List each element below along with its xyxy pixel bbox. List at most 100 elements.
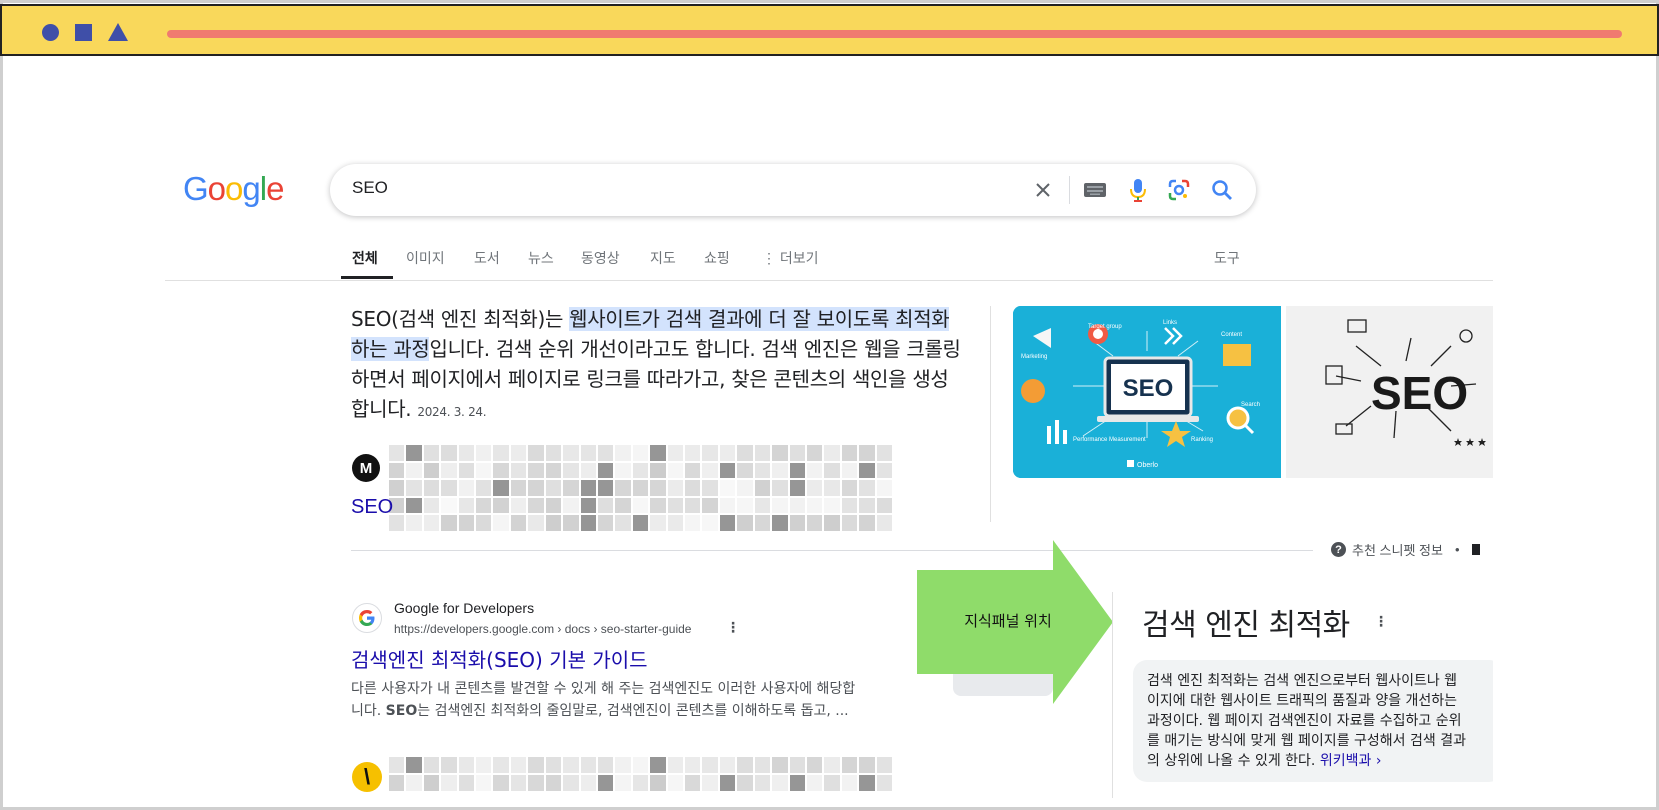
mosaic-cell	[840, 444, 859, 462]
image-label: Search	[1241, 402, 1260, 408]
tab-videos[interactable]: 동영상	[581, 248, 620, 268]
mosaic-cell	[701, 514, 719, 532]
microphone-icon[interactable]	[1125, 177, 1151, 203]
mosaic-cell	[405, 479, 423, 497]
mosaic-cell	[753, 479, 772, 497]
knowledge-panel-card: 검색 엔진 최적화는 검색 엔진으로부터 웹사이트나 웹 이지에 대한 웹사이트…	[1133, 660, 1503, 782]
mosaic-cell	[701, 461, 719, 480]
mosaic-cell	[631, 756, 650, 774]
triangle-icon	[108, 23, 128, 41]
mosaic-cell	[823, 774, 841, 792]
mosaic-cell	[736, 514, 754, 532]
mosaic-cell	[509, 756, 528, 774]
image-label: Target group	[1088, 324, 1122, 330]
source-avatar[interactable]: M	[352, 454, 380, 482]
mosaic-cell	[579, 756, 597, 774]
mosaic-cell	[405, 496, 423, 515]
mosaic-cell	[840, 479, 859, 497]
tab-books[interactable]: 도서	[474, 248, 500, 268]
source-link[interactable]: SEO	[351, 496, 393, 519]
mosaic-cell	[840, 496, 859, 515]
result-site-name[interactable]: Google for Developers	[394, 600, 534, 616]
mosaic-cell	[823, 496, 841, 515]
mosaic-cell	[562, 756, 580, 774]
search-tabs: 전체 이미지 도서 뉴스 동영상 지도 쇼핑 ⋮ 더보기	[340, 248, 1240, 278]
kp-line: 검색 엔진 최적화는 검색 엔진으로부터 웹사이트나 웹	[1147, 673, 1458, 689]
tab-images[interactable]: 이미지	[406, 248, 445, 268]
mosaic-cell	[684, 514, 702, 532]
mosaic-cell	[736, 461, 754, 480]
mosaic-cell	[631, 461, 650, 480]
mosaic-cell	[492, 514, 510, 532]
snippet-info[interactable]: ? 추천 스니펫 정보 •	[1331, 540, 1480, 559]
mosaic-cell	[509, 496, 528, 515]
tab-more[interactable]: ⋮ 더보기	[762, 248, 819, 268]
mosaic-cell	[666, 461, 685, 480]
result-title-link[interactable]: 검색엔진 최적화(SEO) 기본 가이드	[351, 644, 648, 673]
help-icon[interactable]: ?	[1331, 542, 1346, 557]
more-vert-icon[interactable]: ⋮	[1374, 614, 1388, 630]
mosaic-cell	[736, 774, 754, 792]
mosaic-cell	[492, 444, 510, 462]
feedback-icon[interactable]	[1471, 544, 1480, 555]
mosaic-cell	[614, 756, 632, 774]
logo-letter: e	[266, 170, 284, 207]
mosaic-cell	[718, 756, 737, 774]
annotation-label: 지식패널 위치	[964, 612, 1052, 630]
result-url[interactable]: https://developers.google.com › docs › s…	[394, 622, 691, 636]
tab-news[interactable]: 뉴스	[528, 248, 554, 268]
mosaic-cell	[405, 444, 423, 462]
image2-seo-label: SEO	[1371, 367, 1468, 419]
mosaic-cell	[858, 514, 876, 532]
address-bar-placeholder	[167, 30, 1622, 38]
search-box[interactable]	[330, 164, 1256, 216]
mosaic-cell	[771, 756, 789, 774]
mosaic-cell	[457, 461, 476, 480]
google-lens-icon[interactable]	[1166, 177, 1192, 203]
mosaic-cell	[771, 444, 789, 462]
search-icon[interactable]	[1209, 177, 1235, 203]
mosaic-cell	[579, 479, 597, 497]
google-favicon-icon[interactable]	[352, 603, 382, 633]
google-logo[interactable]: Google	[183, 170, 284, 208]
mosaic-cell	[753, 774, 772, 792]
mosaic-cell	[440, 774, 458, 792]
source-avatar[interactable]: \	[352, 762, 382, 792]
mosaic-cell	[596, 756, 615, 774]
mosaic-cell	[858, 774, 876, 792]
close-icon[interactable]	[1030, 177, 1056, 203]
mosaic-cell	[596, 479, 615, 497]
mosaic-cell	[509, 514, 528, 532]
mosaic-cell	[718, 479, 737, 497]
snippet-info-label[interactable]: 추천 스니펫 정보	[1352, 540, 1443, 559]
mosaic-cell	[527, 461, 545, 480]
mosaic-cell	[562, 444, 580, 462]
mosaic-cell	[440, 496, 458, 515]
result-desc-line: 다른 사용자가 내 콘텐츠를 발견할 수 있게 해 주는 검색엔진도 이러한 사…	[351, 681, 856, 697]
square-icon	[75, 24, 92, 41]
mosaic-cell	[823, 756, 841, 774]
wikipedia-link[interactable]: 위키백과 ›	[1320, 753, 1382, 769]
mosaic-cell	[614, 461, 632, 480]
keyboard-icon[interactable]	[1082, 177, 1108, 203]
tab-all[interactable]: 전체	[352, 248, 378, 268]
logo-letter: o	[225, 170, 243, 207]
mosaic-cell	[614, 496, 632, 515]
window-top-bar	[0, 4, 1659, 56]
tab-shopping[interactable]: 쇼핑	[704, 248, 730, 268]
mosaic-cell	[771, 774, 789, 792]
search-input[interactable]	[352, 178, 952, 198]
result-desc-rest: 는 검색엔진 최적화의 줄임말로, 검색엔진이 콘텐츠를 이해하도록 돕고, .…	[417, 703, 849, 719]
snippet-date: 2024. 3. 24.	[417, 405, 487, 419]
seo-sketch-image[interactable]: SEO	[1286, 306, 1493, 478]
more-vert-icon[interactable]: ⋮	[726, 620, 740, 636]
mosaic-cell	[805, 461, 824, 480]
search-box-divider	[1069, 176, 1070, 204]
mosaic-cell	[718, 444, 737, 462]
mosaic-cell	[579, 774, 597, 792]
mosaic-cell	[649, 514, 667, 532]
seo-infographic-image[interactable]: SEO Target group Links Content Marketing…	[1013, 306, 1281, 478]
tab-tools[interactable]: 도구	[1214, 248, 1240, 268]
image-label: Marketing	[1021, 354, 1047, 360]
tab-maps[interactable]: 지도	[650, 248, 676, 268]
